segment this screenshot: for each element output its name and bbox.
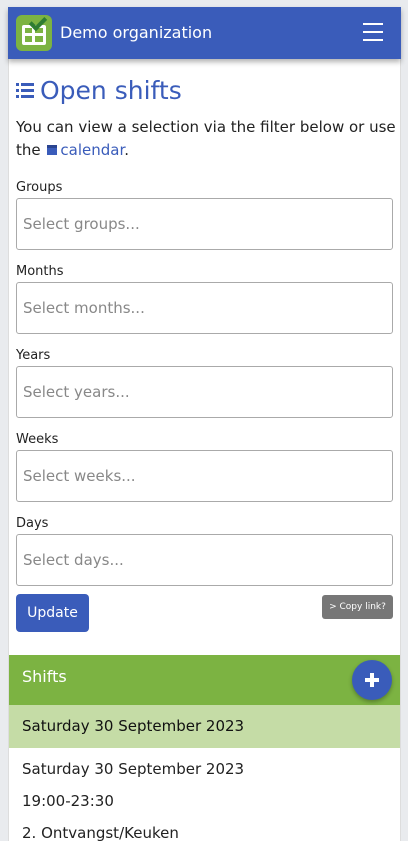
weeks-select[interactable]: Select weeks... (16, 450, 393, 502)
months-select[interactable]: Select months... (16, 282, 393, 334)
groups-label: Groups (16, 180, 63, 195)
copy-link-button[interactable]: > Copy link? (322, 595, 393, 619)
shifts-header: Shifts (9, 655, 400, 705)
calendar-icon (47, 145, 58, 155)
days-placeholder: Select days... (23, 551, 124, 569)
weeks-placeholder: Select weeks... (23, 467, 136, 485)
shift-time: 19:00-23:30 (22, 792, 114, 810)
update-button[interactable]: Update (16, 594, 89, 632)
chevron-right-icon: > (329, 602, 340, 612)
groups-select[interactable]: Select groups... (16, 198, 393, 250)
navbar: Demo organization (8, 7, 401, 59)
day-header-text: Saturday 30 September 2023 (22, 717, 245, 735)
hamburger-icon[interactable] (363, 23, 383, 41)
intro-end: . (124, 141, 130, 159)
list-icon (16, 83, 34, 99)
months-label: Months (16, 264, 64, 279)
page-title: Open shifts (16, 76, 182, 105)
days-label: Days (16, 516, 49, 531)
shifts-header-title: Shifts (22, 667, 67, 686)
shift-location: 2. Ontvangst/Keuken (22, 824, 179, 841)
weeks-label: Weeks (16, 432, 59, 447)
add-shift-button[interactable] (352, 660, 392, 700)
months-placeholder: Select months... (23, 299, 145, 317)
days-select[interactable]: Select days... (16, 534, 393, 586)
brand-name[interactable]: Demo organization (60, 23, 212, 42)
calendar-link-text[interactable]: calendar (60, 141, 124, 159)
years-placeholder: Select years... (23, 383, 130, 401)
day-header: Saturday 30 September 2023 (9, 705, 400, 748)
intro-text: You can view a selection via the filter … (16, 116, 396, 162)
page-title-text: Open shifts (40, 76, 182, 105)
shift-date: Saturday 30 September 2023 (22, 760, 245, 778)
groups-placeholder: Select groups... (23, 215, 140, 233)
years-select[interactable]: Select years... (16, 366, 393, 418)
years-label: Years (16, 348, 51, 363)
calendar-link[interactable]: calendar (45, 141, 124, 159)
copy-link-label: Copy link? (339, 602, 386, 612)
logo[interactable] (16, 12, 52, 51)
